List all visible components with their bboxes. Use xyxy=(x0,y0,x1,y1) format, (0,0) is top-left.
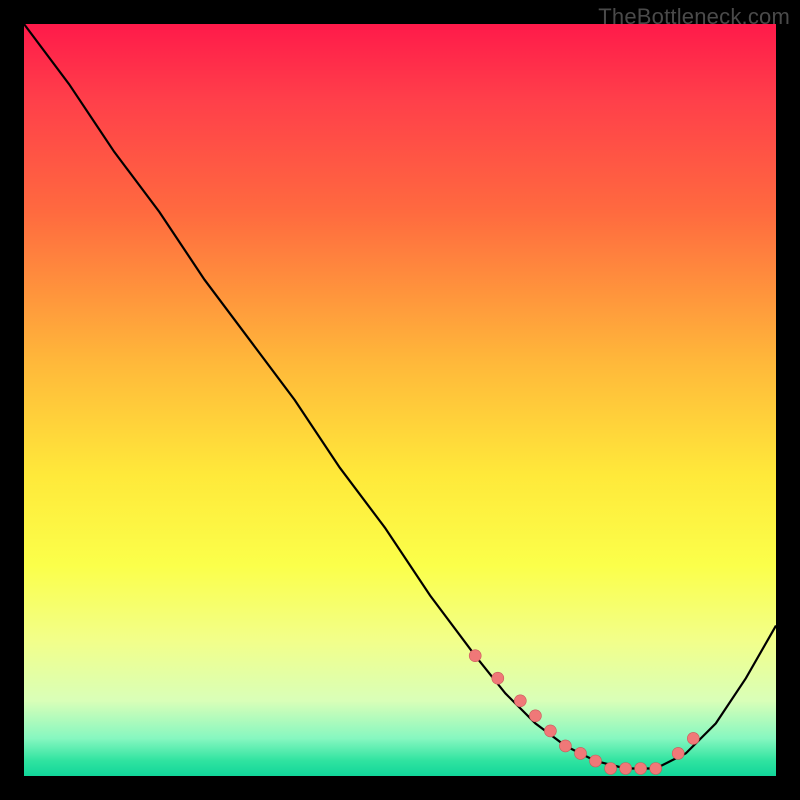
marker-dot xyxy=(529,710,541,722)
marker-dots xyxy=(469,650,699,775)
marker-dot xyxy=(492,672,504,684)
marker-dot xyxy=(514,695,526,707)
marker-dot xyxy=(672,747,684,759)
marker-dot xyxy=(575,747,587,759)
marker-dot xyxy=(559,740,571,752)
curve-layer xyxy=(24,24,776,776)
marker-dot xyxy=(687,732,699,744)
main-curve xyxy=(24,24,776,769)
marker-dot xyxy=(469,650,481,662)
marker-dot xyxy=(620,763,632,775)
marker-dot xyxy=(650,763,662,775)
marker-dot xyxy=(544,725,556,737)
marker-dot xyxy=(635,763,647,775)
marker-dot xyxy=(590,755,602,767)
marker-dot xyxy=(605,763,617,775)
